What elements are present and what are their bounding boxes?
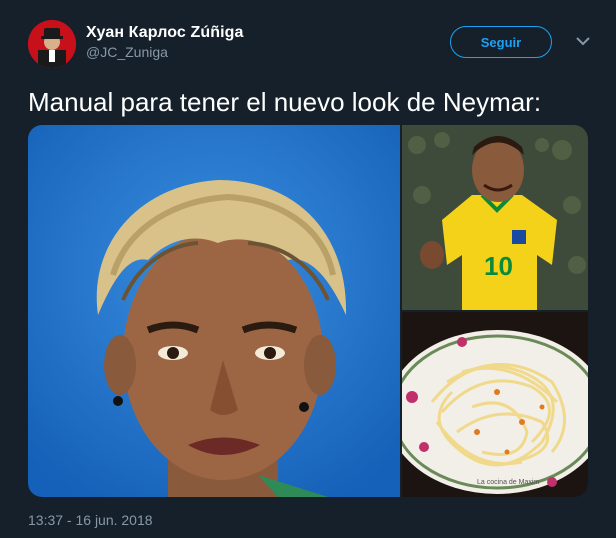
avatar-image	[28, 20, 76, 68]
chevron-down-icon[interactable]	[572, 30, 594, 52]
image-watermark: La cocina de Maxim	[477, 479, 539, 486]
display-name[interactable]: Хуан Карлос Zúñiga	[86, 24, 244, 42]
media-image-player[interactable]: 10	[402, 125, 588, 310]
tweet-timestamp[interactable]: 13:37 - 16 jun. 2018	[28, 512, 153, 528]
tweet-text: Manual para tener el nuevo look de Neyma…	[28, 87, 542, 117]
media-image-portrait[interactable]	[28, 125, 400, 497]
jersey-number: 10	[484, 251, 513, 281]
follow-button[interactable]: Seguir	[450, 26, 552, 58]
user-handle[interactable]: @JC_Zuniga	[86, 44, 244, 60]
media-grid: 10 La cocina de Maxim	[28, 125, 588, 497]
tweet-header: Хуан Карлос Zúñiga @JC_Zuniga Seguir	[28, 20, 598, 72]
media-image-spaghetti[interactable]: La cocina de Maxim	[402, 312, 588, 497]
user-info: Хуан Карлос Zúñiga @JC_Zuniga	[86, 24, 244, 60]
avatar[interactable]	[28, 20, 76, 68]
